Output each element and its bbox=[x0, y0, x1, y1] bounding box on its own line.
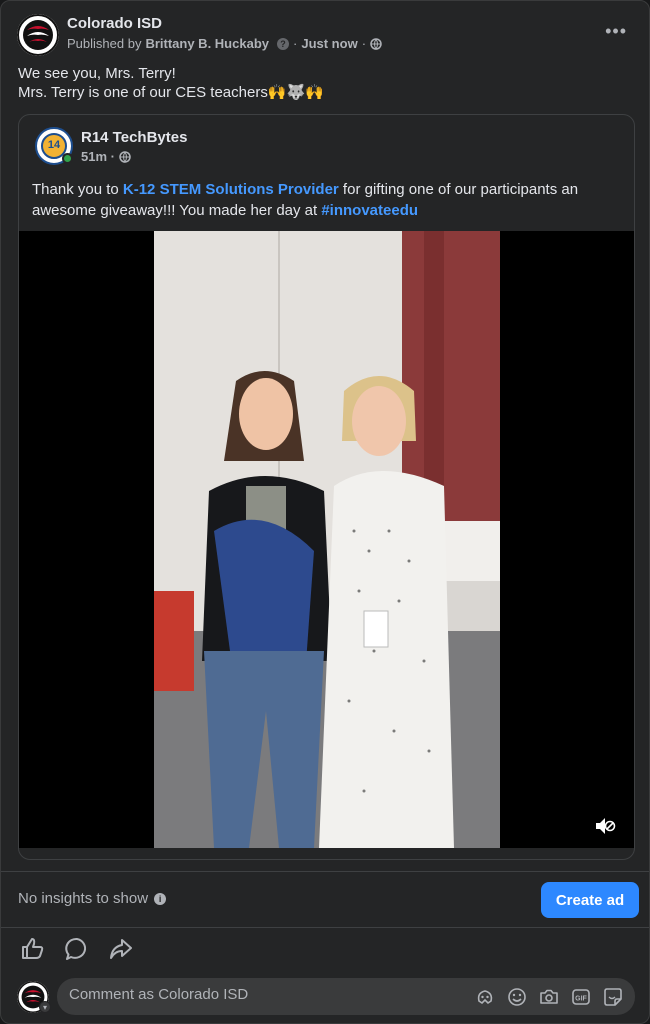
sticker-icon[interactable] bbox=[603, 987, 623, 1007]
shared-post-time[interactable]: 51m · bbox=[81, 149, 115, 164]
video-frame bbox=[154, 231, 500, 848]
like-icon[interactable] bbox=[20, 936, 46, 962]
published-by-label: Published by bbox=[67, 36, 142, 51]
create-ad-button[interactable]: Create ad bbox=[541, 882, 639, 918]
shared-text-start: Thank you to bbox=[32, 181, 123, 198]
more-options-icon[interactable]: ••• bbox=[605, 21, 627, 42]
post-time[interactable]: Just now bbox=[301, 36, 357, 51]
shared-post[interactable]: 14 R14 TechBytes 51m · Thank you to K-12… bbox=[18, 114, 635, 860]
divider bbox=[1, 927, 649, 928]
comment-input[interactable] bbox=[69, 986, 469, 1003]
comment-icon[interactable] bbox=[64, 936, 90, 962]
post-text-line: Mrs. Terry is one of our CES teachers🙌🐺🙌 bbox=[18, 84, 324, 101]
post-text-line: We see you, Mrs. Terry! bbox=[18, 65, 176, 82]
avatar-sticker-icon[interactable] bbox=[475, 987, 495, 1007]
comment-composer: GIF bbox=[57, 978, 635, 1015]
online-indicator bbox=[62, 153, 73, 164]
page-avatar[interactable] bbox=[17, 14, 59, 56]
insights-row: No insights to show i bbox=[18, 890, 167, 907]
post-meta: Published by Brittany B. Huckaby ? · Jus… bbox=[67, 36, 382, 51]
video-player[interactable] bbox=[19, 231, 634, 848]
share-icon[interactable] bbox=[108, 936, 134, 962]
globe-icon[interactable] bbox=[119, 150, 131, 163]
author-name[interactable]: Brittany B. Huckaby bbox=[145, 36, 269, 51]
svg-text:GIF: GIF bbox=[575, 996, 587, 1003]
shared-post-meta: 51m · bbox=[81, 149, 131, 164]
page-name[interactable]: Colorado ISD bbox=[67, 15, 162, 32]
hashtag-link[interactable]: #innovateedu bbox=[321, 202, 418, 219]
post-text: We see you, Mrs. Terry! Mrs. Terry is on… bbox=[18, 64, 324, 102]
emoji-icon[interactable] bbox=[507, 987, 527, 1007]
two-women-photo bbox=[154, 231, 500, 848]
shared-post-text: Thank you to K-12 STEM Solutions Provide… bbox=[32, 179, 632, 221]
gif-icon[interactable]: GIF bbox=[571, 987, 591, 1007]
shared-page-name[interactable]: R14 TechBytes bbox=[81, 129, 187, 146]
chevron-down-icon[interactable]: ▾ bbox=[39, 1001, 51, 1013]
info-icon[interactable]: i bbox=[154, 892, 167, 905]
wolf-logo-icon bbox=[17, 14, 59, 56]
mute-icon[interactable] bbox=[594, 816, 616, 836]
globe-icon[interactable] bbox=[370, 37, 382, 50]
meta-separator: · bbox=[293, 36, 298, 51]
camera-icon[interactable] bbox=[539, 987, 559, 1007]
mention-link[interactable]: K-12 STEM Solutions Provider bbox=[123, 181, 339, 198]
help-icon[interactable]: ? bbox=[277, 37, 289, 50]
insights-label: No insights to show bbox=[18, 890, 149, 907]
meta-separator: · bbox=[361, 36, 367, 51]
divider bbox=[1, 871, 649, 872]
logo-badge-text: 14 bbox=[47, 139, 61, 151]
post-card: Colorado ISD Published by Brittany B. Hu… bbox=[0, 0, 650, 1024]
